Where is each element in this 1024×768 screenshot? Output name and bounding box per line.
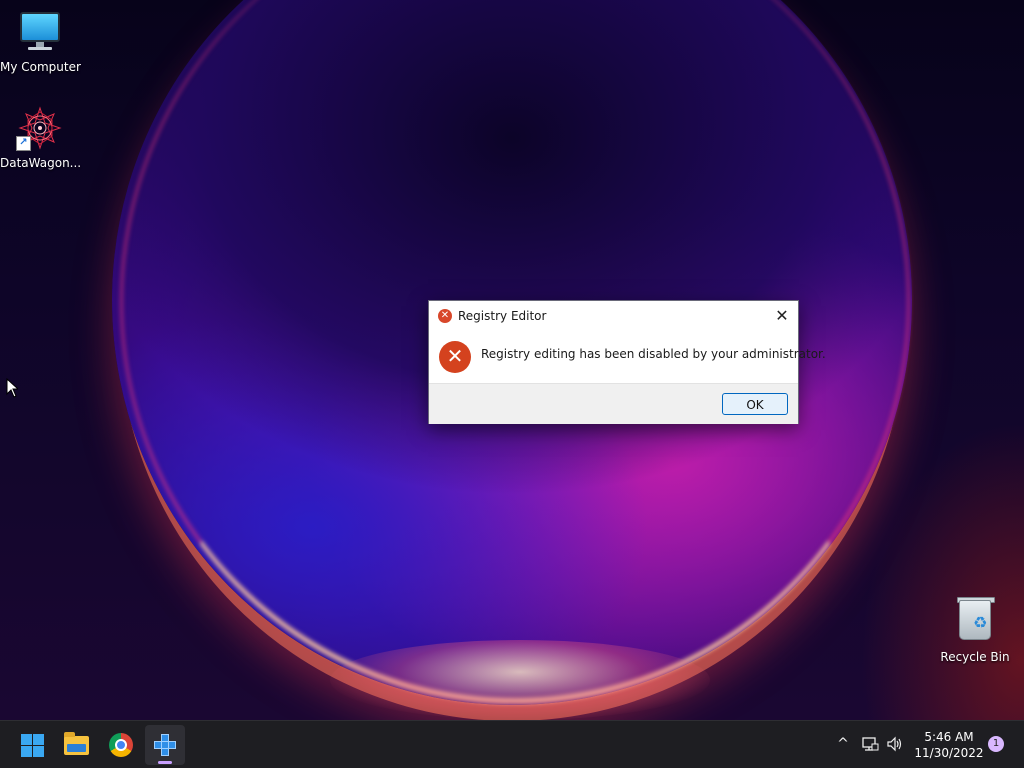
dialog-title: Registry Editor (458, 309, 547, 323)
wallpaper-glow (330, 640, 710, 720)
desktop-icon-label: Recycle Bin (940, 650, 1010, 664)
ok-button[interactable]: OK (722, 393, 788, 415)
chrome-icon (109, 733, 133, 757)
network-icon[interactable] (861, 735, 879, 753)
close-button[interactable]: ✕ (766, 301, 798, 331)
running-indicator (158, 761, 172, 764)
datawagon-shortcut-icon: ↗ (16, 106, 62, 151)
dialog-footer: OK (429, 383, 798, 424)
taskbar-clock[interactable]: 5:46 AM 11/30/2022 (908, 729, 990, 761)
chrome-button[interactable] (101, 725, 141, 765)
desktop-icon-label: My Computer (0, 60, 81, 74)
recycle-bin-icon: ♻ (953, 597, 997, 644)
regedit-icon (154, 734, 176, 756)
desktop-icon-datawagon[interactable]: ↗ DataWagon... (0, 106, 82, 170)
shortcut-arrow-icon: ↗ (16, 136, 31, 151)
dialog-message: Registry editing has been disabled by yo… (481, 347, 826, 361)
desktop-icon-recycle-bin[interactable]: ♻ Recycle Bin (935, 597, 1015, 664)
mouse-cursor-icon (6, 378, 18, 398)
start-button[interactable] (12, 725, 52, 765)
windows-logo-icon (21, 734, 44, 757)
desktop-icon-label: DataWagon... (0, 156, 82, 170)
registry-editor-taskbar-button[interactable] (145, 725, 185, 765)
monitor-icon (18, 10, 62, 54)
wallpaper-shade (860, 420, 1024, 720)
folder-icon (64, 732, 89, 755)
error-icon: ✕ (439, 341, 471, 373)
file-explorer-button[interactable] (56, 725, 96, 765)
clock-time: 5:46 AM (924, 730, 974, 744)
dialog-body: ✕ Registry editing has been disabled by … (429, 331, 826, 383)
notification-badge[interactable]: 1 (988, 736, 1004, 752)
desktop-icon-my-computer[interactable]: My Computer (0, 10, 81, 74)
show-hidden-icons-button[interactable]: ^ (834, 735, 852, 753)
dialog-title-bar[interactable]: ✕ Registry Editor ✕ (429, 301, 798, 331)
error-small-icon: ✕ (438, 309, 452, 323)
volume-icon[interactable] (886, 735, 904, 753)
clock-date: 11/30/2022 (914, 746, 984, 760)
registry-editor-dialog: ✕ Registry Editor ✕ ✕ Registry editing h… (428, 300, 826, 424)
taskbar: ^ 5:46 AM 11/30/2022 1 (0, 720, 1024, 768)
